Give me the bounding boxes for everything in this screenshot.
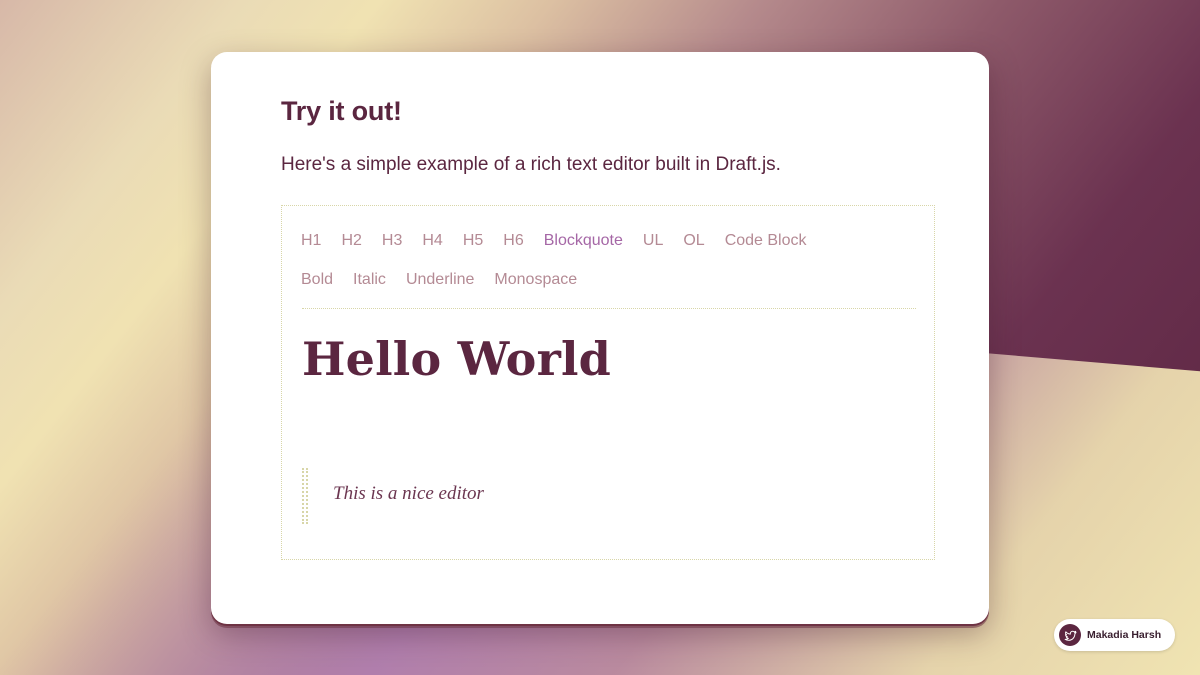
card-title: Try it out! [281, 96, 402, 126]
toolbar-button-h2[interactable]: H2 [341, 232, 361, 250]
toolbar-button-h1[interactable]: H1 [301, 232, 321, 250]
author-badge[interactable]: Makadia Harsh [1054, 619, 1175, 651]
rich-text-editor[interactable]: H1 H2 H3 H4 H5 H6 Blockquote UL OL Code … [281, 205, 935, 560]
block-type-toolbar: H1 H2 H3 H4 H5 H6 Blockquote UL OL Code … [301, 232, 827, 250]
toolbar-button-h4[interactable]: H4 [422, 232, 442, 250]
editor-blockquote-block[interactable]: This is a nice editor [333, 483, 484, 505]
toolbar-button-italic[interactable]: Italic [353, 271, 386, 289]
toolbar-button-monospace[interactable]: Monospace [494, 271, 577, 289]
toolbar-button-code-block[interactable]: Code Block [725, 232, 807, 250]
toolbar-divider [302, 308, 916, 309]
toolbar-button-ul[interactable]: UL [643, 232, 663, 250]
editor-heading-block[interactable]: Hello World [302, 332, 611, 386]
toolbar-button-h5[interactable]: H5 [463, 232, 483, 250]
toolbar-button-underline[interactable]: Underline [406, 271, 474, 289]
author-name: Makadia Harsh [1087, 629, 1162, 641]
blockquote-border [302, 468, 308, 524]
toolbar-button-h3[interactable]: H3 [382, 232, 402, 250]
bird-icon [1059, 624, 1081, 646]
toolbar-button-h6[interactable]: H6 [503, 232, 523, 250]
toolbar-button-bold[interactable]: Bold [301, 271, 333, 289]
card-description: Here's a simple example of a rich text e… [281, 154, 781, 175]
editor-card: Try it out! Here's a simple example of a… [211, 52, 989, 624]
toolbar-button-ol[interactable]: OL [683, 232, 704, 250]
inline-style-toolbar: Bold Italic Underline Monospace [301, 271, 597, 289]
toolbar-button-blockquote[interactable]: Blockquote [544, 232, 623, 250]
